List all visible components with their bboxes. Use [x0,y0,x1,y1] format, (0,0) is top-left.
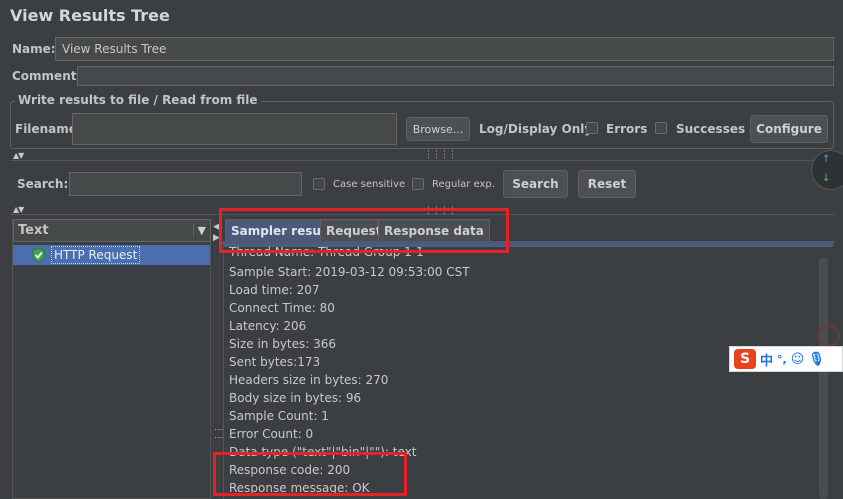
microphone-icon[interactable]: 🎙 [808,352,825,367]
splitter-grip-icon[interactable]: ⋮⋮⋮⋮ [424,150,457,160]
log-display-label: Log/Display Only: [479,122,597,136]
search-button[interactable]: Search [503,170,568,198]
page-title: View Results Tree [10,6,170,25]
record-indicator-icon [818,325,840,347]
filename-label: Filename [15,122,77,136]
sogou-logo-icon: S [734,349,756,369]
errors-label: Errors [606,122,648,136]
regex-checkbox[interactable] [412,178,424,190]
scroll-nav-widget[interactable]: ↑ ↓ [811,150,843,190]
collapse-arrows-icon[interactable]: ▲▼ [13,151,24,160]
emoji-icon[interactable]: ☺ [791,352,805,367]
renderer-select[interactable]: Text ▼ [13,219,211,242]
ime-punctuation-toggle[interactable]: °, [777,353,787,366]
search-input[interactable] [69,172,302,196]
chevron-down-icon[interactable]: ▼ [192,224,206,237]
sampler-line: Connect Time: 80 [229,301,335,315]
successes-checkbox[interactable] [655,122,667,134]
tree-item-http-request[interactable]: HTTP Request [51,246,141,264]
name-label: Name: [12,42,56,56]
comments-field[interactable] [77,66,834,86]
ime-language-toggle[interactable]: 中 [760,350,773,369]
reset-button[interactable]: Reset [578,170,636,198]
errors-checkbox[interactable] [586,122,598,134]
sampler-line: Size in bytes: 366 [229,337,337,351]
response-highlight-box [213,452,407,496]
sampler-line: Error Count: 0 [229,427,314,441]
sampler-line: Load time: 207 [229,283,320,297]
filename-input[interactable] [72,113,397,145]
vertical-scrollbar[interactable] [819,258,828,499]
sampler-line: Sent bytes:173 [229,355,321,369]
browse-button[interactable]: Browse... [406,117,470,141]
sampler-line: Sample Start: 2019-03-12 09:53:00 CST [229,265,470,279]
tabs-highlight-box [219,208,509,253]
successes-label: Successes [676,122,746,136]
scroll-down-icon[interactable]: ↓ [822,173,830,184]
name-field[interactable]: View Results Tree [55,37,834,61]
case-sensitive-label: Case sensitive [333,179,406,190]
search-label: Search: [17,177,69,191]
collapse-arrows-icon[interactable]: ▲▼ [13,205,24,214]
configure-button[interactable]: Configure [750,115,828,143]
regex-label: Regular exp. [432,179,495,190]
success-shield-icon [31,247,46,263]
sampler-line: Latency: 206 [229,319,307,333]
sampler-line: Sample Count: 1 [229,409,329,423]
sampler-line: Body size in bytes: 96 [229,391,362,405]
case-sensitive-checkbox[interactable] [313,178,325,190]
scroll-up-icon[interactable]: ↑ [822,154,830,165]
splitter-line [10,160,834,161]
file-fieldset-legend: Write results to file / Read from file [15,93,261,107]
ime-toolbar[interactable]: S 中 °, ☺ 🎙 [729,346,843,372]
splitter-grip-icon[interactable]: ⋮⋮ [213,425,223,441]
sampler-line: Headers size in bytes: 270 [229,373,389,387]
renderer-select-value: Text [18,223,49,238]
